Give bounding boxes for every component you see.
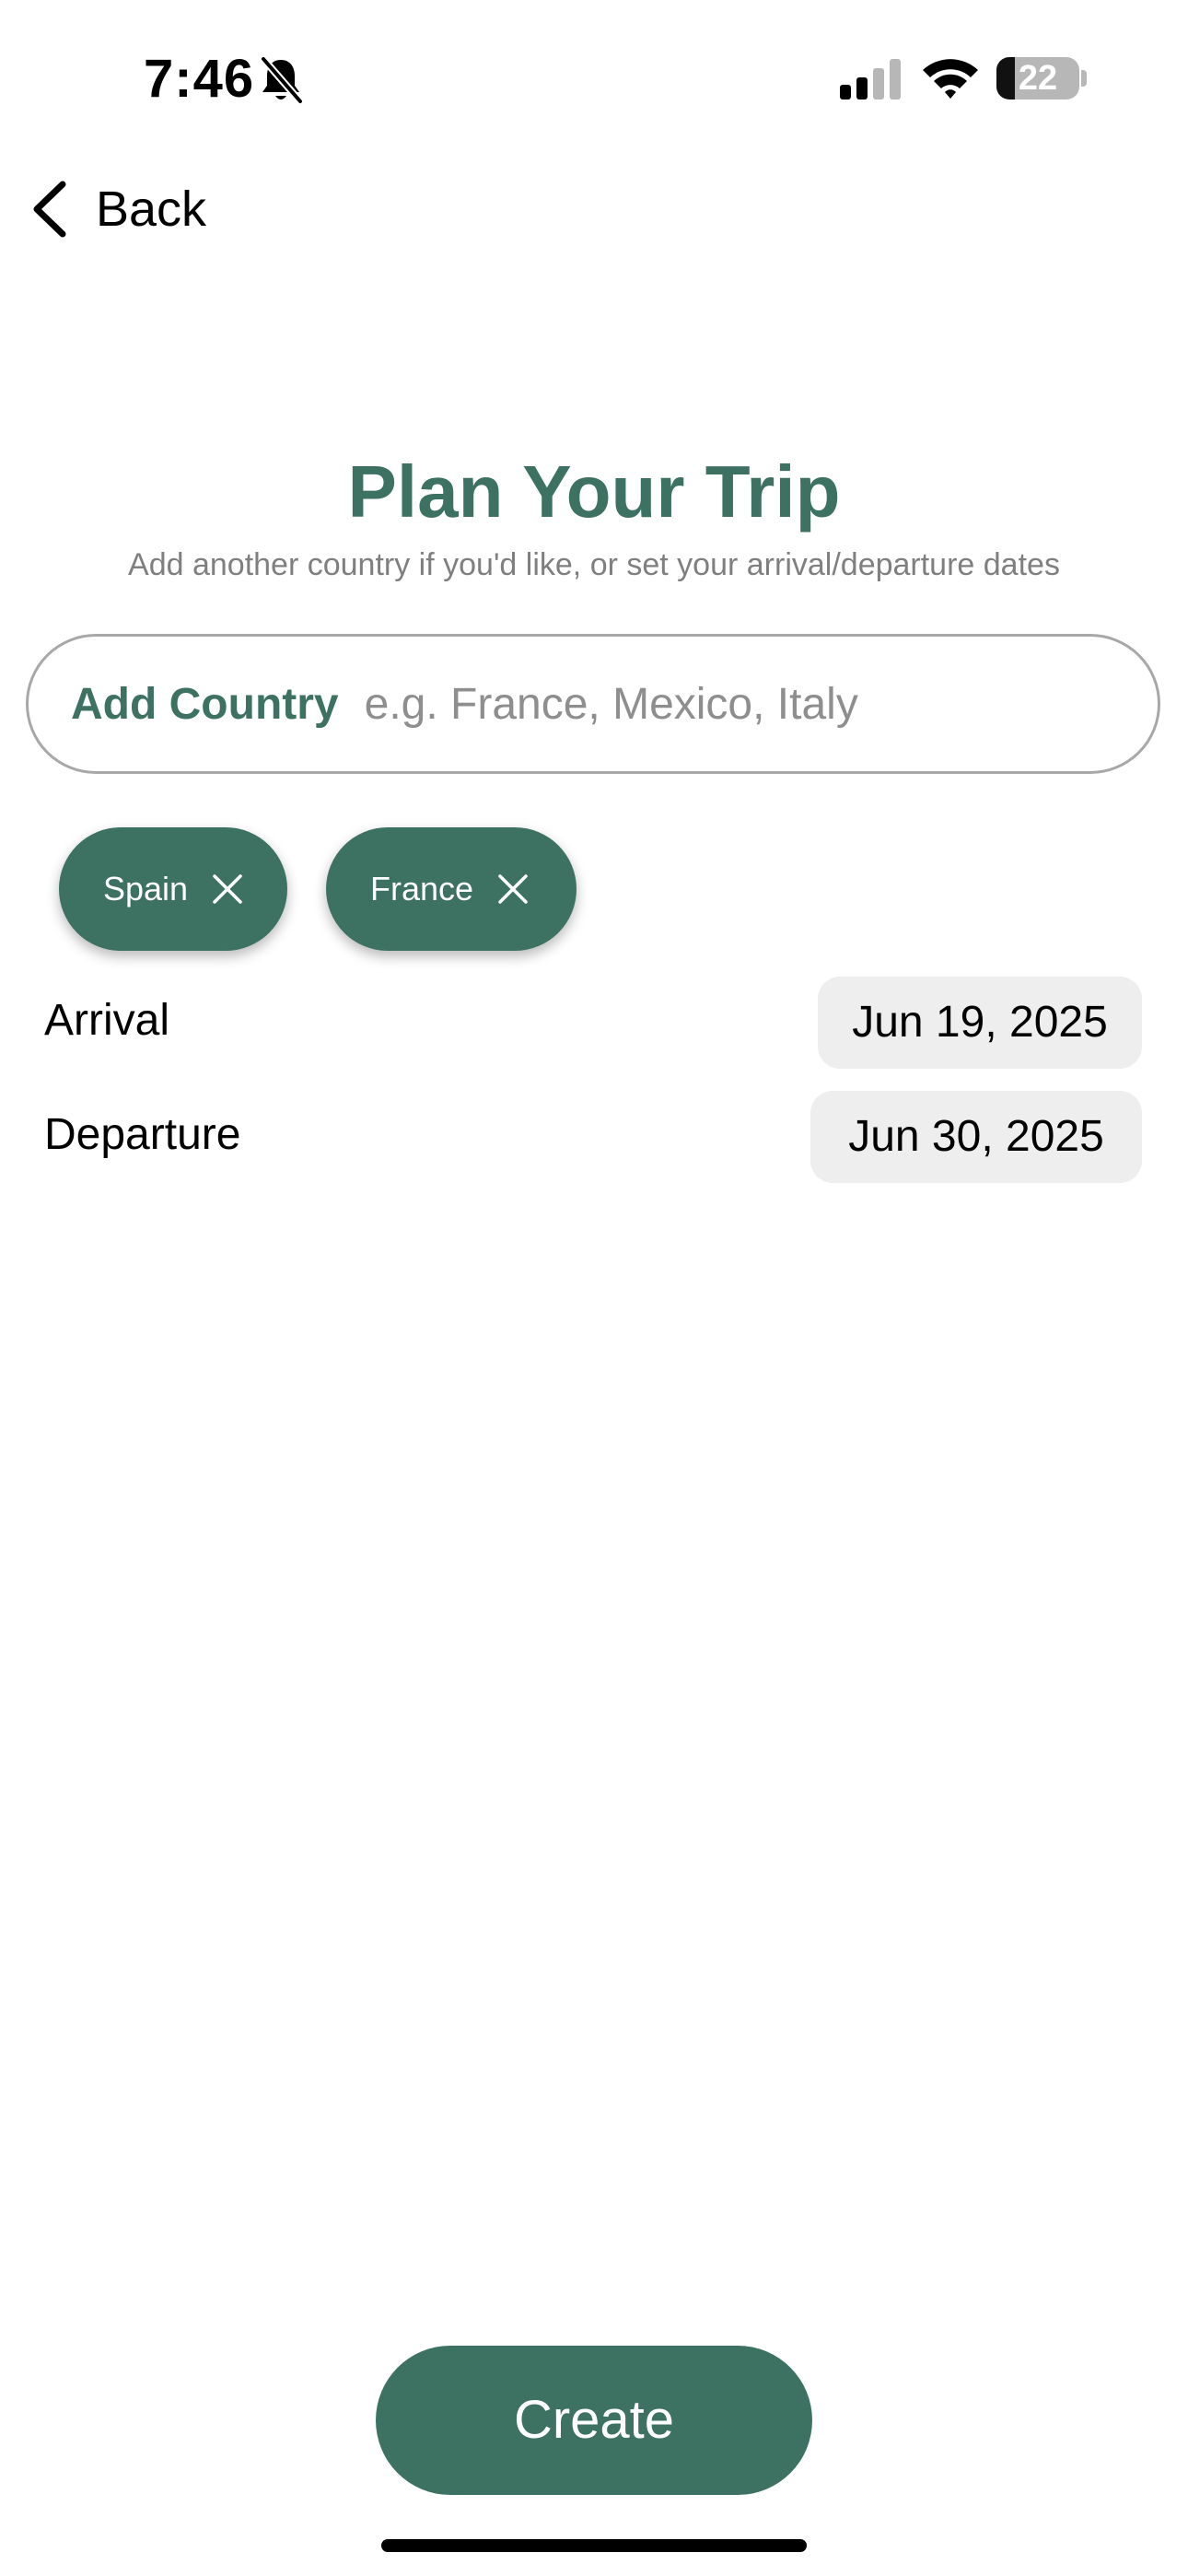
battery-cap	[1081, 70, 1087, 87]
country-input[interactable]	[362, 677, 1158, 731]
create-button[interactable]: Create	[376, 2346, 812, 2495]
departure-label: Departure	[44, 1110, 241, 1159]
wifi-icon	[923, 59, 978, 99]
status-time: 7:46	[144, 49, 255, 109]
country-search-field[interactable]: Add Country	[26, 634, 1160, 774]
chip-label: France	[370, 870, 474, 907]
country-chip-france[interactable]: France	[326, 827, 577, 951]
signal-icon	[840, 59, 901, 100]
arrival-label: Arrival	[44, 996, 170, 1045]
back-label: Back	[96, 181, 207, 237]
battery-icon: 22	[996, 57, 1079, 100]
back-button[interactable]: Back	[31, 171, 206, 247]
home-indicator[interactable]	[381, 2539, 807, 2552]
battery-level: 22	[1018, 59, 1058, 98]
chevron-left-icon	[33, 181, 66, 238]
chip-label: Spain	[103, 870, 189, 907]
page-subtitle: Add another country if you'd like, or se…	[128, 547, 1060, 582]
add-country-label: Add Country	[71, 679, 339, 729]
close-icon[interactable]	[212, 873, 243, 905]
close-icon[interactable]	[497, 873, 529, 905]
departure-date-picker[interactable]: Jun 30, 2025	[810, 1091, 1142, 1183]
bell-slash-icon	[260, 55, 304, 105]
country-chip-spain[interactable]: Spain	[59, 827, 287, 951]
arrival-date-picker[interactable]: Jun 19, 2025	[818, 977, 1142, 1069]
page-title: Plan Your Trip	[347, 451, 841, 533]
